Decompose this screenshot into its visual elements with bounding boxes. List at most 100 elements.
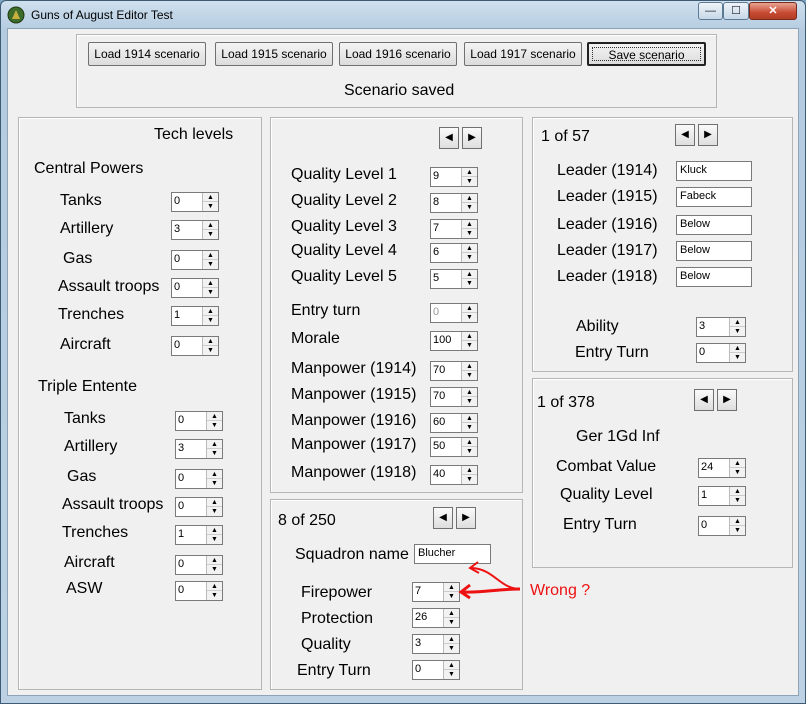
leader-prev-button[interactable]: ◀ bbox=[675, 124, 695, 146]
nation-next-button[interactable]: ▶ bbox=[462, 127, 482, 149]
spin-up-icon[interactable]: ▲ bbox=[730, 318, 745, 327]
spin-up-icon[interactable]: ▲ bbox=[203, 193, 218, 202]
spin-down-icon[interactable]: ▼ bbox=[462, 229, 477, 238]
nation-manpower-1917-spinner[interactable]: 50 ▲ ▼ bbox=[430, 437, 478, 457]
maximize-button[interactable]: ☐ bbox=[723, 2, 749, 20]
spin-down-icon[interactable]: ▼ bbox=[203, 316, 218, 325]
squadron-protection-spinner[interactable]: 26 ▲ ▼ bbox=[412, 608, 460, 628]
nation-quality-level-2-spinner[interactable]: 8 ▲ ▼ bbox=[430, 193, 478, 213]
central-artillery-spinner[interactable]: 3 ▲ ▼ bbox=[171, 220, 219, 240]
unit-prev-button[interactable]: ◀ bbox=[694, 389, 714, 411]
nation-manpower-1916-spinner[interactable]: 60 ▲ ▼ bbox=[430, 413, 478, 433]
unit-next-button[interactable]: ▶ bbox=[717, 389, 737, 411]
spin-down-icon[interactable]: ▼ bbox=[730, 353, 745, 362]
entente-gas-spinner[interactable]: 0 ▲ ▼ bbox=[175, 469, 223, 489]
nation-entry-turn-spinner[interactable]: 0 ▲ ▼ bbox=[430, 303, 478, 323]
unit-entry-turn-spinner[interactable]: 0 ▲ ▼ bbox=[698, 516, 746, 536]
spin-down-icon[interactable]: ▼ bbox=[462, 475, 477, 484]
spin-down-icon[interactable]: ▼ bbox=[203, 288, 218, 297]
spin-up-icon[interactable]: ▲ bbox=[207, 582, 222, 591]
spin-down-icon[interactable]: ▼ bbox=[462, 397, 477, 406]
spin-up-icon[interactable]: ▲ bbox=[207, 412, 222, 421]
spin-up-icon[interactable]: ▲ bbox=[203, 221, 218, 230]
leader-next-button[interactable]: ▶ bbox=[698, 124, 718, 146]
spin-up-icon[interactable]: ▲ bbox=[462, 168, 477, 177]
nation-prev-button[interactable]: ◀ bbox=[439, 127, 459, 149]
spin-up-icon[interactable]: ▲ bbox=[207, 556, 222, 565]
title-bar[interactable]: Guns of August Editor Test — ☐ ✕ bbox=[1, 1, 805, 29]
close-button[interactable]: ✕ bbox=[749, 2, 797, 20]
unit-combat-value-spinner[interactable]: 24 ▲ ▼ bbox=[698, 458, 746, 478]
spin-up-icon[interactable]: ▲ bbox=[462, 270, 477, 279]
entente-assault-troops-spinner[interactable]: 0 ▲ ▼ bbox=[175, 497, 223, 517]
spin-down-icon[interactable]: ▼ bbox=[462, 177, 477, 186]
nation-quality-level-5-spinner[interactable]: 5 ▲ ▼ bbox=[430, 269, 478, 289]
nation-manpower-1915-spinner[interactable]: 70 ▲ ▼ bbox=[430, 387, 478, 407]
spin-down-icon[interactable]: ▼ bbox=[207, 565, 222, 574]
spin-down-icon[interactable]: ▼ bbox=[462, 371, 477, 380]
spin-down-icon[interactable]: ▼ bbox=[462, 253, 477, 262]
spin-up-icon[interactable]: ▲ bbox=[462, 438, 477, 447]
squadron-entry-turn-spinner[interactable]: 0 ▲ ▼ bbox=[412, 660, 460, 680]
load-1917-button[interactable]: Load 1917 scenario bbox=[464, 42, 582, 66]
spin-up-icon[interactable]: ▲ bbox=[462, 244, 477, 253]
spin-up-icon[interactable]: ▲ bbox=[730, 459, 745, 468]
spin-up-icon[interactable]: ▲ bbox=[462, 194, 477, 203]
spin-up-icon[interactable]: ▲ bbox=[730, 344, 745, 353]
spin-up-icon[interactable]: ▲ bbox=[444, 609, 459, 618]
nation-morale-spinner[interactable]: 100 ▲ ▼ bbox=[430, 331, 478, 351]
spin-up-icon[interactable]: ▲ bbox=[462, 362, 477, 371]
spin-down-icon[interactable]: ▼ bbox=[462, 279, 477, 288]
spin-down-icon[interactable]: ▼ bbox=[207, 591, 222, 600]
spin-up-icon[interactable]: ▲ bbox=[207, 498, 222, 507]
spin-down-icon[interactable]: ▼ bbox=[462, 313, 477, 322]
leader-leader-1916-input[interactable]: Below bbox=[676, 215, 752, 235]
spin-down-icon[interactable]: ▼ bbox=[462, 203, 477, 212]
spin-down-icon[interactable]: ▼ bbox=[730, 496, 745, 505]
central-assault-troops-spinner[interactable]: 0 ▲ ▼ bbox=[171, 278, 219, 298]
minimize-button[interactable]: — bbox=[698, 2, 723, 20]
spin-down-icon[interactable]: ▼ bbox=[462, 423, 477, 432]
leader-leader-1914-input[interactable]: Kluck bbox=[676, 161, 752, 181]
ability-spinner[interactable]: 3 ▲ ▼ bbox=[696, 317, 746, 337]
entente-asw-spinner[interactable]: 0 ▲ ▼ bbox=[175, 581, 223, 601]
leader-leader-1917-input[interactable]: Below bbox=[676, 241, 752, 261]
spin-up-icon[interactable]: ▲ bbox=[203, 337, 218, 346]
spin-down-icon[interactable]: ▼ bbox=[444, 644, 459, 653]
entente-artillery-spinner[interactable]: 3 ▲ ▼ bbox=[175, 439, 223, 459]
central-gas-spinner[interactable]: 0 ▲ ▼ bbox=[171, 250, 219, 270]
spin-up-icon[interactable]: ▲ bbox=[462, 388, 477, 397]
spin-down-icon[interactable]: ▼ bbox=[730, 327, 745, 336]
spin-up-icon[interactable]: ▲ bbox=[207, 526, 222, 535]
spin-up-icon[interactable]: ▲ bbox=[207, 440, 222, 449]
entente-tanks-spinner[interactable]: 0 ▲ ▼ bbox=[175, 411, 223, 431]
nation-quality-level-3-spinner[interactable]: 7 ▲ ▼ bbox=[430, 219, 478, 239]
spin-up-icon[interactable]: ▲ bbox=[462, 332, 477, 341]
spin-up-icon[interactable]: ▲ bbox=[203, 279, 218, 288]
spin-down-icon[interactable]: ▼ bbox=[444, 618, 459, 627]
spin-down-icon[interactable]: ▼ bbox=[444, 670, 459, 679]
spin-down-icon[interactable]: ▼ bbox=[462, 341, 477, 350]
squadron-next-button[interactable]: ▶ bbox=[456, 507, 476, 529]
spin-down-icon[interactable]: ▼ bbox=[730, 526, 745, 535]
central-trenches-spinner[interactable]: 1 ▲ ▼ bbox=[171, 306, 219, 326]
squadron-prev-button[interactable]: ◀ bbox=[433, 507, 453, 529]
spin-up-icon[interactable]: ▲ bbox=[462, 220, 477, 229]
spin-down-icon[interactable]: ▼ bbox=[207, 479, 222, 488]
spin-down-icon[interactable]: ▼ bbox=[203, 346, 218, 355]
spin-up-icon[interactable]: ▲ bbox=[207, 470, 222, 479]
spin-down-icon[interactable]: ▼ bbox=[730, 468, 745, 477]
spin-up-icon[interactable]: ▲ bbox=[444, 661, 459, 670]
squadron-quality-spinner[interactable]: 3 ▲ ▼ bbox=[412, 634, 460, 654]
leader-leader-1915-input[interactable]: Fabeck bbox=[676, 187, 752, 207]
entente-trenches-spinner[interactable]: 1 ▲ ▼ bbox=[175, 525, 223, 545]
load-1916-button[interactable]: Load 1916 scenario bbox=[339, 42, 457, 66]
spin-up-icon[interactable]: ▲ bbox=[730, 487, 745, 496]
spin-up-icon[interactable]: ▲ bbox=[203, 307, 218, 316]
spin-down-icon[interactable]: ▼ bbox=[207, 535, 222, 544]
load-1914-button[interactable]: Load 1914 scenario bbox=[88, 42, 206, 66]
spin-down-icon[interactable]: ▼ bbox=[203, 230, 218, 239]
spin-up-icon[interactable]: ▲ bbox=[462, 304, 477, 313]
spin-up-icon[interactable]: ▲ bbox=[462, 414, 477, 423]
spin-down-icon[interactable]: ▼ bbox=[207, 449, 222, 458]
